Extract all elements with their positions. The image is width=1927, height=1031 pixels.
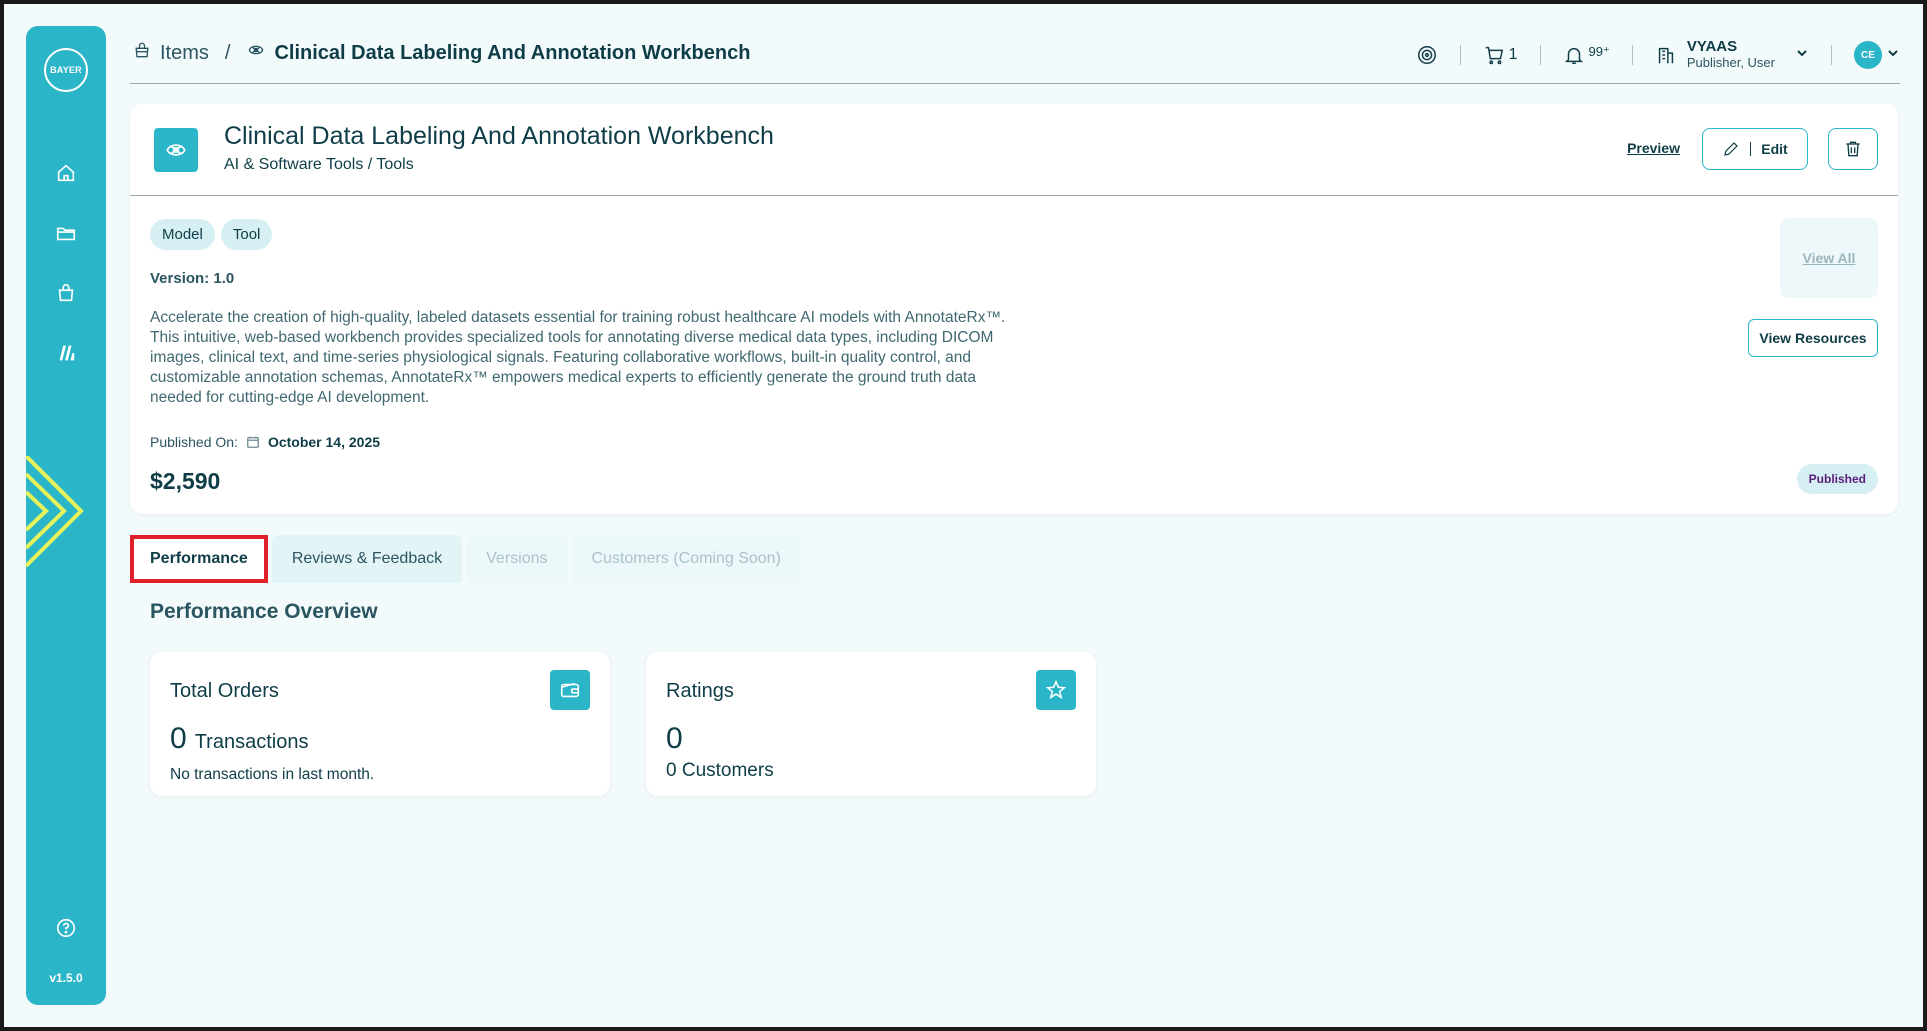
bag-icon[interactable] (54, 281, 78, 305)
header-actions: 1 99⁺ VYAAS Publisher, User CE (1416, 38, 1900, 72)
user-role: Publisher, User (1686, 55, 1775, 70)
chevron-down-icon[interactable] (1795, 46, 1809, 65)
star-icon (1036, 670, 1076, 710)
breadcrumb-current: Clinical Data Labeling And Annotation Wo… (274, 41, 751, 64)
ratings-title: Ratings (666, 680, 734, 702)
total-orders-value: 0 Transactions (170, 722, 308, 756)
header-divider (1539, 45, 1541, 65)
user-info: VYAAS Publisher, User (1687, 39, 1775, 71)
notification-count: 99⁺ (1588, 44, 1610, 59)
bayer-logo[interactable]: BAYER (44, 48, 88, 92)
edit-label: Edit (1761, 141, 1788, 157)
profile-menu[interactable]: CE (1854, 41, 1900, 69)
tag-tool: Tool (220, 219, 273, 250)
support-icon (1417, 46, 1436, 64)
support-button[interactable] (1416, 44, 1438, 66)
notifications-button[interactable]: 99⁺ (1563, 44, 1610, 66)
status-badge: Published (1796, 464, 1878, 494)
calendar-icon (247, 436, 259, 448)
breadcrumb-separator: / (224, 41, 231, 64)
top-header: Items / Clinical Data Labeling And Annot… (130, 30, 1900, 84)
edit-button[interactable]: Edit (1702, 128, 1808, 170)
breadcrumb: Items / Clinical Data Labeling And Annot… (132, 40, 750, 66)
wallet-icon (550, 670, 590, 710)
help-icon[interactable] (54, 916, 78, 940)
library-icon[interactable] (54, 341, 78, 365)
published-date: October 14, 2025 (267, 434, 381, 450)
cart-icon (1485, 46, 1503, 65)
items-icon (132, 40, 152, 66)
orders-count: 0 (170, 722, 187, 755)
preview-link[interactable]: Preview (1627, 140, 1680, 156)
ratings-card: Ratings 0 0 Customers (646, 652, 1096, 796)
view-resources-button[interactable]: View Resources (1748, 319, 1878, 357)
item-description: Accelerate the creation of high-quality,… (150, 309, 1006, 406)
item-category: AI & Software Tools / Tools (224, 156, 414, 173)
total-orders-title: Total Orders (170, 680, 279, 702)
total-orders-card: Total Orders 0 Transactions No transactio… (150, 652, 610, 796)
logo-text: BAYER (50, 65, 82, 75)
app-version: v1.5.0 (49, 971, 83, 985)
home-icon[interactable] (54, 161, 78, 185)
ratings-customers: 0 Customers (666, 760, 774, 781)
chevron-down-icon[interactable] (1886, 46, 1900, 65)
item-header: Clinical Data Labeling And Annotation Wo… (130, 104, 1898, 196)
breadcrumb-items-link[interactable]: Items (160, 42, 209, 65)
tab-reviews-feedback[interactable]: Reviews & Feedback (271, 535, 463, 583)
published-label: Published On: (150, 434, 238, 450)
sidebar: BAYER v1.5.0 (26, 26, 106, 1005)
orders-unit: Transactions (194, 731, 309, 753)
view-all-panel: View All (1780, 218, 1878, 298)
trash-icon (1846, 141, 1860, 157)
chevron-decoration (26, 456, 84, 568)
header-divider (1459, 45, 1461, 65)
ratings-value: 0 (666, 722, 683, 755)
pencil-icon (1724, 142, 1739, 156)
item-version: Version: 1.0 (150, 270, 235, 287)
cart-count: 1 (1508, 46, 1518, 63)
avatar: CE (1854, 41, 1882, 69)
tag-model: Model (150, 219, 215, 250)
view-all-link[interactable]: View All (1803, 250, 1856, 266)
detail-tabs: Performance Reviews & Feedback Versions … (130, 535, 801, 583)
published-on: Published On: October 14, 2025 (150, 434, 380, 450)
workbench-icon (154, 128, 198, 172)
tab-performance[interactable]: Performance (130, 535, 268, 583)
workbench-icon (246, 40, 266, 66)
user-name: VYAAS (1686, 38, 1738, 55)
building-icon (1658, 47, 1673, 64)
item-price: $2,590 (150, 468, 221, 494)
cart-button[interactable]: 1 (1483, 44, 1518, 66)
performance-overview-title: Performance Overview (150, 600, 378, 623)
tab-customers: Customers (Coming Soon) (571, 535, 801, 583)
header-divider (1831, 45, 1832, 65)
delete-button[interactable] (1828, 128, 1878, 170)
button-divider (1750, 142, 1752, 156)
folder-icon[interactable] (54, 221, 78, 245)
bell-icon (1564, 47, 1583, 64)
user-menu[interactable]: VYAAS Publisher, User (1655, 39, 1809, 71)
item-details-card: Clinical Data Labeling And Annotation Wo… (130, 104, 1898, 514)
item-title: Clinical Data Labeling And Annotation Wo… (224, 122, 774, 150)
tab-versions: Versions (466, 535, 568, 583)
tag-list: Model Tool (150, 219, 273, 250)
orders-note: No transactions in last month. (170, 766, 375, 783)
header-divider (1631, 45, 1633, 65)
